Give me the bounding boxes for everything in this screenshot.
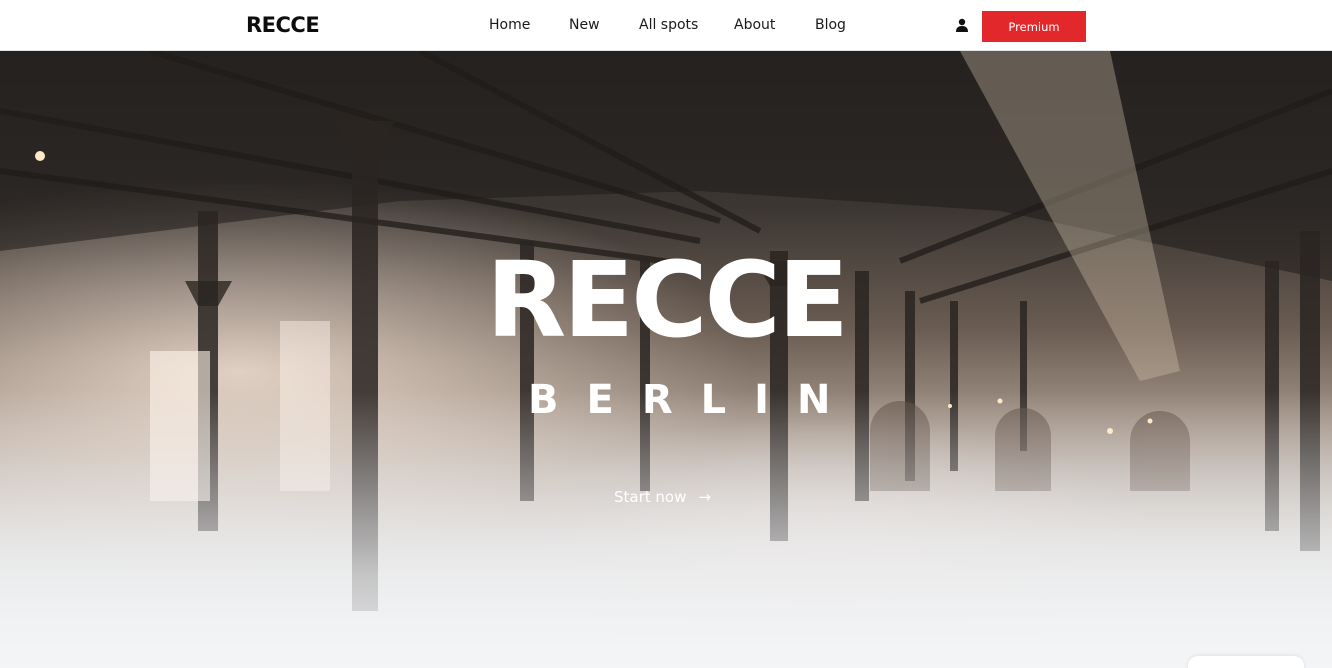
hero-title: RECCE xyxy=(486,239,849,361)
nav-new[interactable]: New xyxy=(569,17,600,33)
start-now-label: Start now xyxy=(614,488,687,506)
hero-section: RECCE BERLIN Start now → xyxy=(0,51,1332,668)
nav-about[interactable]: About xyxy=(734,17,775,33)
start-now-button[interactable]: Start now → xyxy=(614,488,711,506)
premium-button[interactable]: Premium xyxy=(982,11,1086,42)
page: RECCE Home New All spots About Blog Prem… xyxy=(0,0,1332,668)
arrow-right-icon: → xyxy=(698,488,711,506)
hero-subtitle: BERLIN xyxy=(528,377,859,423)
site-header: RECCE Home New All spots About Blog Prem… xyxy=(0,0,1332,51)
user-icon[interactable] xyxy=(955,18,969,32)
main-nav: Home New All spots About Blog xyxy=(0,17,1332,37)
nav-blog[interactable]: Blog xyxy=(815,17,846,33)
nav-all-spots[interactable]: All spots xyxy=(639,17,698,33)
nav-home[interactable]: Home xyxy=(489,17,530,33)
chat-widget-tab[interactable] xyxy=(1188,656,1304,668)
